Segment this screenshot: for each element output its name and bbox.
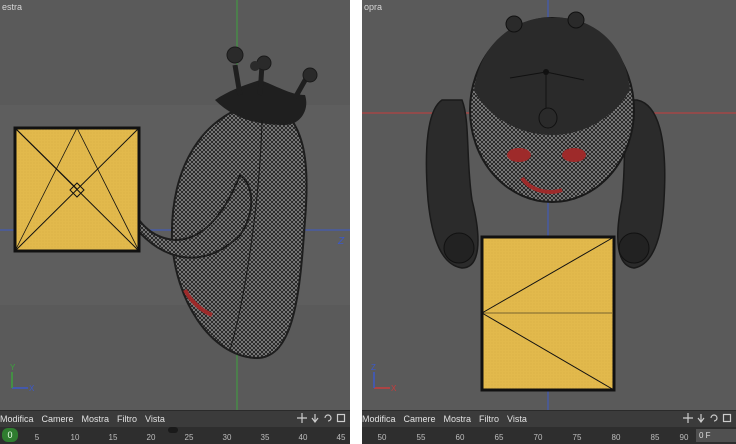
tick-label: 40 xyxy=(298,433,308,442)
frame-field[interactable]: 0 F xyxy=(696,429,736,442)
arrow-down-icon[interactable] xyxy=(696,413,706,423)
square-icon[interactable] xyxy=(336,413,346,423)
menu-mostra[interactable]: Mostra xyxy=(82,414,110,424)
left-viewport[interactable]: Z Y X estra xyxy=(0,0,350,410)
left-viewport-panel: Z Y X estra Modifica Camere Mostra Filtr… xyxy=(0,0,350,444)
menu-modifica[interactable]: Modifica xyxy=(0,414,34,424)
yellow-cube xyxy=(13,126,141,253)
axis-label-x: X xyxy=(391,384,397,393)
axis-label-z: Z xyxy=(337,236,345,247)
tick-label: 10 xyxy=(70,433,80,442)
rotate-icon[interactable] xyxy=(709,413,719,423)
move-icon[interactable] xyxy=(297,413,307,423)
menu-vista[interactable]: Vista xyxy=(507,414,527,424)
menu-camere[interactable]: Camere xyxy=(404,414,436,424)
menu-vista[interactable]: Vista xyxy=(145,414,165,424)
tick-label: 5 xyxy=(34,433,40,442)
tick-label: 80 xyxy=(611,433,621,442)
tick-label: 35 xyxy=(260,433,270,442)
current-frame-badge[interactable]: 0 xyxy=(2,428,18,442)
viewport-nav-icons xyxy=(297,411,346,425)
axis-label-z: Z xyxy=(371,363,376,372)
arrow-down-icon[interactable] xyxy=(310,413,320,423)
tick-label: 55 xyxy=(416,433,426,442)
timeline-handle[interactable] xyxy=(168,427,178,433)
tick-label: 15 xyxy=(108,433,118,442)
tick-label: 90 xyxy=(679,433,689,442)
axis-label-x: X xyxy=(29,384,35,393)
tick-label: 85 xyxy=(650,433,660,442)
right-viewport[interactable]: Z X opra xyxy=(362,0,736,410)
left-viewport-canvas[interactable]: Z Y X xyxy=(0,0,350,410)
viewport-menubar: Modifica Camere Mostra Filtro Vista xyxy=(362,410,736,427)
tick-label: 20 xyxy=(146,433,156,442)
viewport-nav-icons xyxy=(683,411,732,425)
rotate-icon[interactable] xyxy=(323,413,333,423)
tick-label: 50 xyxy=(377,433,387,442)
right-viewport-panel: Z X opra Modifica Camere Mostra Filtro V… xyxy=(362,0,736,444)
axis-label-y: Y xyxy=(10,363,16,372)
tick-label: 60 xyxy=(455,433,465,442)
tick-label: 75 xyxy=(572,433,582,442)
tick-label: 30 xyxy=(222,433,232,442)
menu-camere[interactable]: Camere xyxy=(42,414,74,424)
timeline-ruler[interactable]: 50 55 60 65 70 75 80 85 90 xyxy=(362,427,736,444)
tick-label: 45 xyxy=(336,433,346,442)
viewport-label: opra xyxy=(364,2,383,12)
right-viewport-canvas[interactable]: Z X xyxy=(362,0,736,410)
viewport-label: estra xyxy=(2,2,23,12)
menu-mostra[interactable]: Mostra xyxy=(444,414,472,424)
menu-filtro[interactable]: Filtro xyxy=(117,414,137,424)
square-icon[interactable] xyxy=(722,413,732,423)
tick-label: 25 xyxy=(184,433,194,442)
menu-filtro[interactable]: Filtro xyxy=(479,414,499,424)
yellow-cube-top xyxy=(480,235,616,392)
tick-label: 65 xyxy=(494,433,504,442)
move-icon[interactable] xyxy=(683,413,693,423)
tick-label: 70 xyxy=(533,433,543,442)
menu-modifica[interactable]: Modifica xyxy=(362,414,396,424)
